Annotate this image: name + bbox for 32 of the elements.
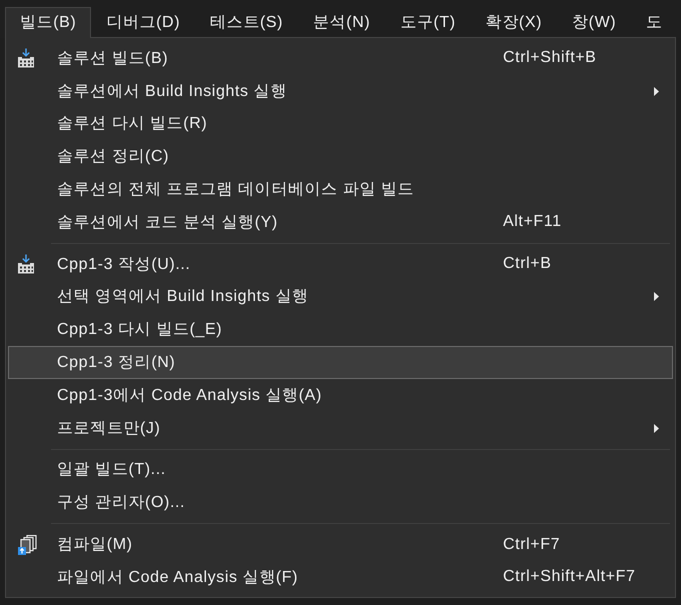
menu-item[interactable]: 구성 관리자(O)... (8, 486, 673, 520)
shortcut-text: Ctrl+Shift+B (503, 49, 596, 66)
menu-bar-item[interactable]: 테스트(S) (195, 7, 298, 38)
menu-item[interactable]: 일괄 빌드(T)... (8, 454, 673, 486)
menu-item[interactable]: Cpp1-3 정리(N) (8, 346, 673, 379)
menu-item[interactable]: 솔루션 다시 빌드(R) (8, 108, 673, 140)
menu-bar-item[interactable]: 확장(X) (470, 7, 558, 38)
menu-bar-item[interactable]: 빌드(B) (5, 7, 92, 38)
menu-item[interactable]: 솔루션에서 Build Insights 실행 (8, 74, 673, 108)
menu-item[interactable]: Cpp1-3에서 Code Analysis 실행(A) (8, 378, 673, 412)
shortcut-text: Ctrl+B (503, 255, 552, 272)
menu-item[interactable]: 솔루션 빌드(B) Ctrl+Shift+B (8, 42, 673, 75)
shortcut-text: Ctrl+F7 (503, 536, 560, 553)
menu-item[interactable]: 파일에서 Code Analysis 실행(F) Ctrl+Shift+Alt+F7 (8, 560, 673, 594)
shortcut-text: Alt+F11 (503, 213, 562, 230)
menu-item[interactable]: Cpp1-3 작성(U)... Ctrl+B (8, 248, 673, 281)
menu-bar-item[interactable]: 도 (631, 7, 678, 38)
menu-item[interactable]: 솔루션에서 코드 분석 실행(Y) Alt+F11 (8, 206, 673, 239)
menu-bar-item[interactable]: 창(W) (557, 7, 632, 38)
menu-item[interactable]: 선택 영역에서 Build Insights 실행 (8, 280, 673, 314)
menu-bar-item[interactable]: 도구(T) (385, 7, 471, 38)
menu-bar-item[interactable]: 디버그(D) (91, 7, 196, 38)
download-tray-icon (17, 48, 35, 68)
menu-item[interactable]: 프로젝트만(J) (8, 412, 673, 445)
shortcut-text: Ctrl+Shift+Alt+F7 (503, 568, 636, 586)
menu-bar-item[interactable]: 분석(N) (298, 7, 386, 38)
download-tray-icon (17, 254, 35, 274)
menu-item[interactable]: 솔루션 정리(C) (8, 140, 673, 174)
menu-item[interactable]: Cpp1-3 다시 빌드(_E) (8, 313, 673, 346)
menu-item[interactable]: 솔루션의 전체 프로그램 데이터베이스 파일 빌드 (8, 173, 673, 206)
menu-item[interactable]: 컴파일(M) Ctrl+F7 (8, 528, 673, 561)
stacked-pages-icon (17, 534, 37, 555)
